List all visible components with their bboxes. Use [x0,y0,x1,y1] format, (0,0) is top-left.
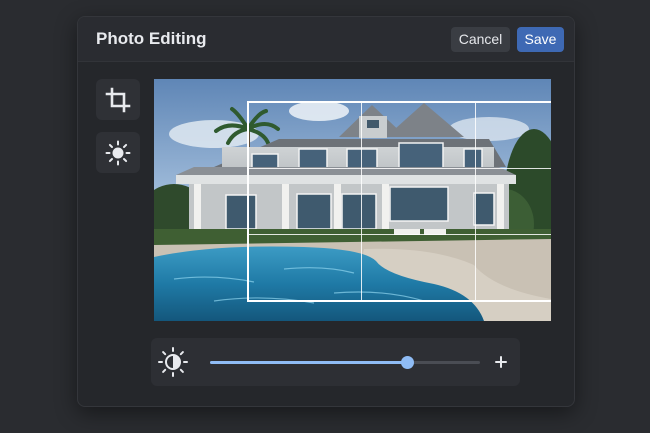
crop-tool-button[interactable] [96,79,140,120]
dialog-header: Photo Editing Cancel Save [78,17,574,62]
brightness-contrast-icon [158,347,188,377]
photo-editing-dialog: Photo Editing Cancel Save [77,16,575,407]
crop-icon [105,87,131,112]
adjustment-slider-panel [151,338,520,386]
slider-thumb[interactable] [401,356,415,369]
photo-canvas[interactable] [154,79,551,321]
sun-icon [105,140,131,165]
brightness-slider[interactable] [210,356,480,369]
brightness-tool-button[interactable] [96,132,140,173]
slider-fill [210,361,408,364]
dialog-title: Photo Editing [96,29,207,48]
cancel-button[interactable]: Cancel [451,27,510,52]
plus-icon[interactable] [491,352,511,372]
house-photo [154,79,551,321]
save-button[interactable]: Save [517,27,564,52]
